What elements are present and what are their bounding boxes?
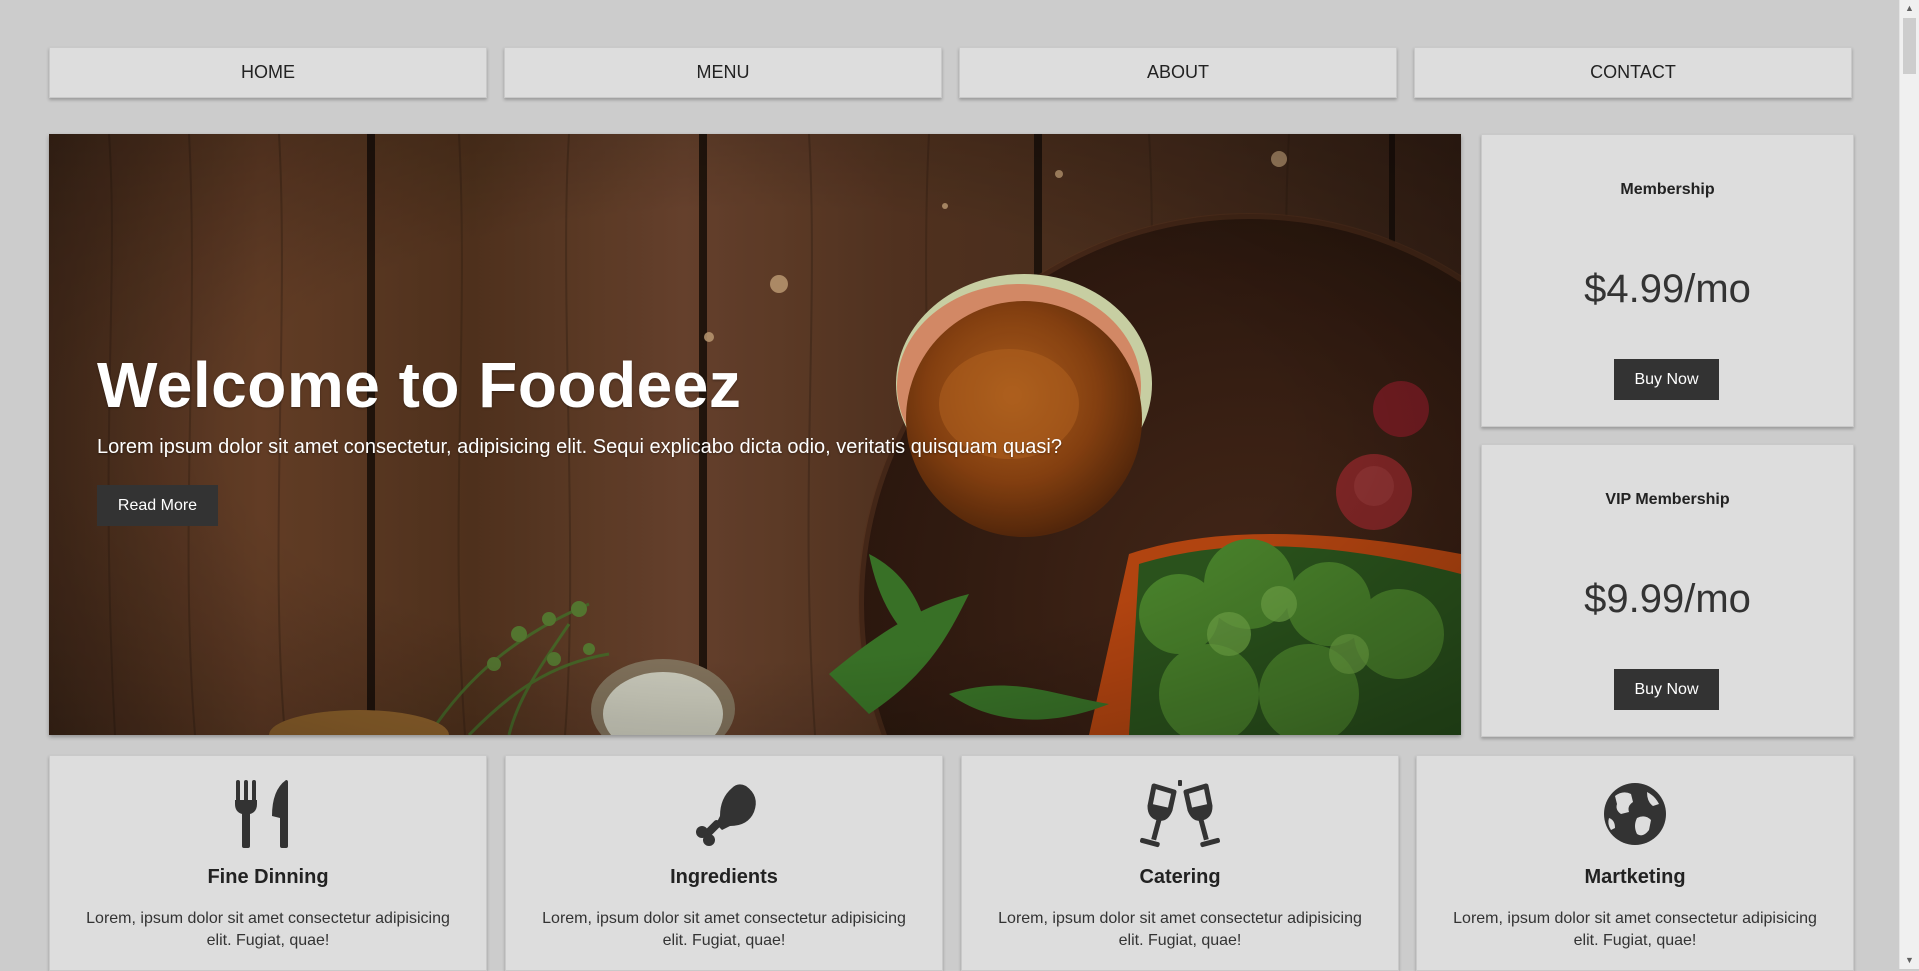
- feature-title: Catering: [1139, 866, 1221, 888]
- vertical-scrollbar[interactable]: ▲ ▼: [1899, 0, 1919, 969]
- feature-title: Ingredients: [670, 866, 778, 888]
- hero-banner: Welcome to Foodeez Lorem ipsum dolor sit…: [49, 134, 1461, 735]
- hero-description: Lorem ipsum dolor sit amet consectetur, …: [97, 436, 1062, 458]
- nav-menu[interactable]: MENU: [504, 47, 942, 98]
- plan-price: $9.99/mo: [1584, 577, 1751, 621]
- scroll-down-arrow-icon[interactable]: ▼: [1900, 952, 1919, 969]
- globe-icon: [1604, 783, 1666, 845]
- feature-card-marketing: Martketing Lorem, ipsum dolor sit amet c…: [1416, 755, 1854, 971]
- plan-name: VIP Membership: [1605, 491, 1730, 508]
- main-nav: HOME MENU ABOUT CONTACT: [49, 47, 1852, 98]
- glass-cheers-icon: [1140, 780, 1220, 848]
- hero-background-image: [49, 134, 1461, 735]
- feature-card-catering: Catering Lorem, ipsum dolor sit amet con…: [961, 755, 1399, 971]
- scroll-up-arrow-icon[interactable]: ▲: [1900, 0, 1919, 17]
- feature-title: Fine Dinning: [207, 866, 329, 888]
- feature-title: Martketing: [1584, 866, 1686, 888]
- feature-card-fine-dining: Fine Dinning Lorem, ipsum dolor sit amet…: [49, 755, 487, 971]
- feature-description: Lorem, ipsum dolor sit amet consectetur …: [1453, 910, 1817, 949]
- feature-description: Lorem, ipsum dolor sit amet consectetur …: [998, 910, 1362, 949]
- scrollbar-thumb[interactable]: [1903, 18, 1916, 74]
- vip-membership-card: VIP Membership $9.99/mo Buy Now: [1481, 444, 1854, 737]
- hero-title: Welcome to Foodeez: [97, 349, 742, 421]
- nav-contact[interactable]: CONTACT: [1414, 47, 1852, 98]
- feature-card-ingredients: Ingredients Lorem, ipsum dolor sit amet …: [505, 755, 943, 971]
- nav-home[interactable]: HOME: [49, 47, 487, 98]
- plan-price: $4.99/mo: [1584, 267, 1751, 311]
- utensils-icon: [235, 780, 288, 848]
- read-more-button[interactable]: Read More: [97, 485, 218, 526]
- drumstick-icon: [696, 784, 756, 846]
- nav-about[interactable]: ABOUT: [959, 47, 1397, 98]
- buy-now-button[interactable]: Buy Now: [1614, 669, 1719, 710]
- buy-now-button[interactable]: Buy Now: [1614, 359, 1719, 400]
- plan-name: Membership: [1620, 181, 1715, 198]
- feature-description: Lorem, ipsum dolor sit amet consectetur …: [542, 910, 906, 949]
- membership-card: Membership $4.99/mo Buy Now: [1481, 134, 1854, 427]
- page: HOME MENU ABOUT CONTACT Welcome to Foode…: [0, 0, 1900, 971]
- feature-description: Lorem, ipsum dolor sit amet consectetur …: [86, 910, 450, 949]
